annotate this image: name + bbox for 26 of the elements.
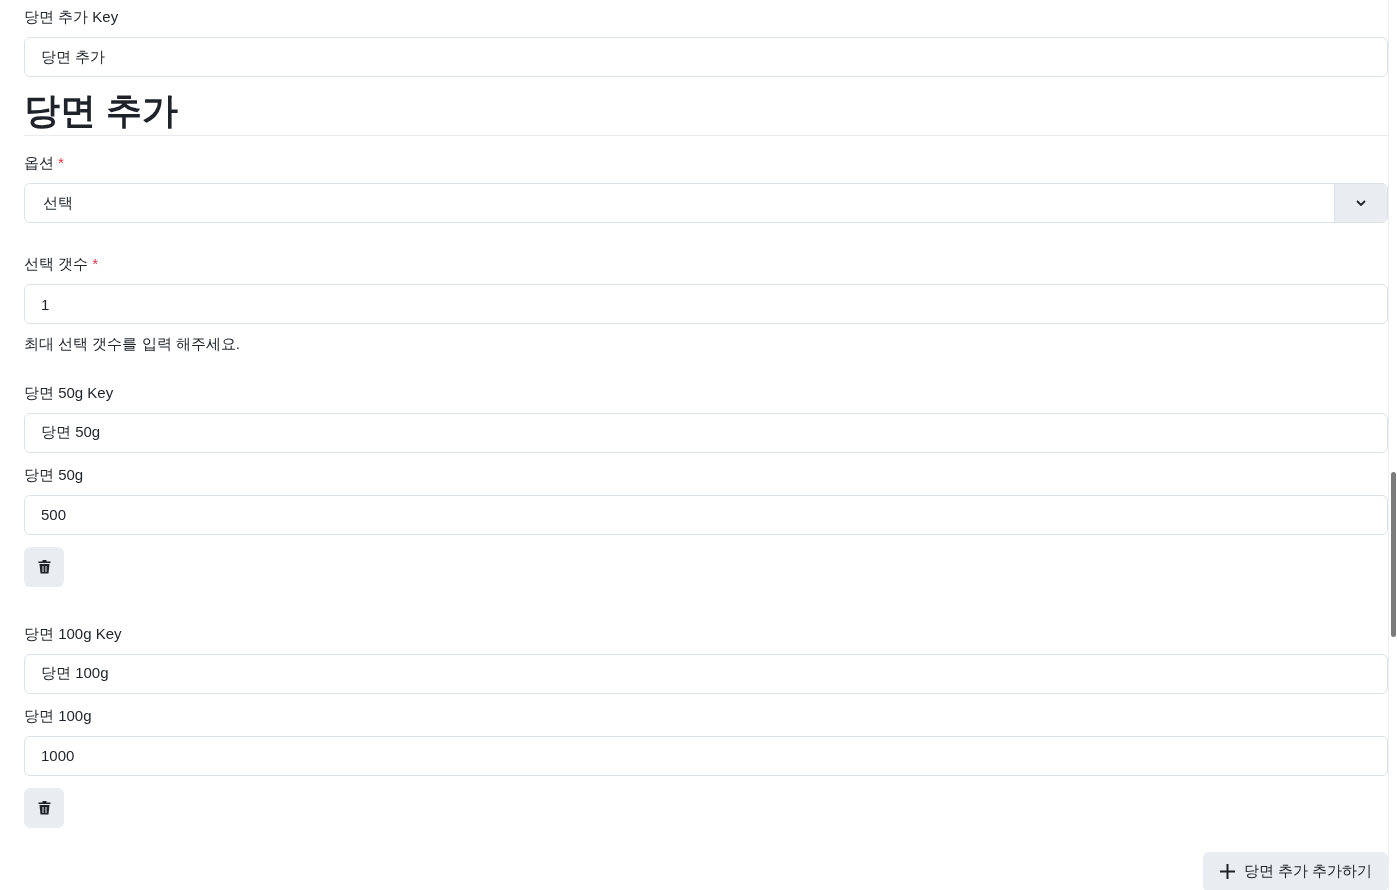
field-label: 옵션 — [24, 154, 54, 171]
input-field[interactable]: 1000 — [24, 735, 1388, 776]
required-marker: * — [92, 255, 98, 272]
field-label: 당면 50g Key — [24, 382, 114, 403]
chevron-down-icon — [1355, 199, 1367, 207]
delete-button[interactable] — [24, 787, 64, 828]
plus-icon — [1218, 863, 1236, 880]
input-field[interactable]: 당면 100g — [24, 653, 1388, 694]
field-label: 당면 추가 Key — [24, 7, 119, 27]
field-label: 당면 100g — [24, 705, 92, 726]
input-field[interactable]: 당면 추가 — [24, 37, 1388, 77]
field-label: 당면 50g — [24, 464, 84, 485]
required-marker: * — [58, 154, 64, 171]
delete-button[interactable] — [24, 546, 64, 587]
input-field[interactable]: 1 — [24, 284, 1388, 324]
input-field[interactable]: 500 — [24, 494, 1388, 535]
add-button[interactable]: 당면 추가 추가하기 — [1202, 851, 1388, 890]
trash-icon — [37, 800, 51, 815]
section-heading: 당면 추가 — [24, 89, 1388, 136]
scrollbar-thumb[interactable] — [1391, 472, 1396, 637]
select-field[interactable]: 선택 — [24, 183, 1388, 223]
trash-icon — [37, 559, 51, 574]
field-label: 선택 갯수 — [24, 255, 89, 272]
field-label: 당면 100g Key — [24, 623, 122, 644]
help-text: 최대 선택 갯수를 입력 해주세요. — [24, 334, 241, 354]
input-field[interactable]: 당면 50g — [24, 412, 1388, 453]
